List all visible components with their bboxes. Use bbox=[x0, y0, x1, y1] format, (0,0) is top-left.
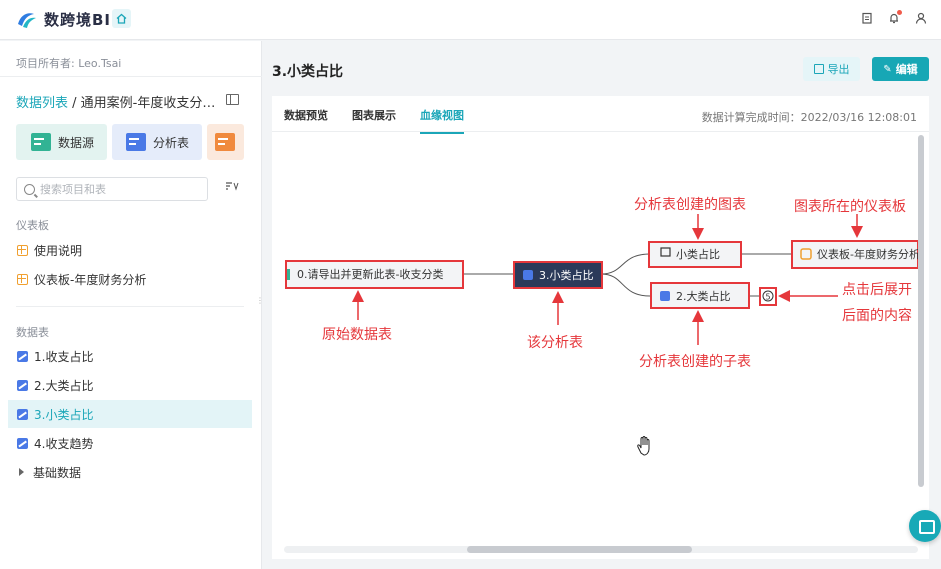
edit-button[interactable]: ✎ 编辑 bbox=[872, 57, 929, 81]
add-analysis-table-label: 分析表 bbox=[153, 135, 190, 150]
layout-toggle-icon[interactable] bbox=[226, 94, 239, 105]
sidebar-item-table-4[interactable]: 4.收支趋势 bbox=[8, 429, 252, 457]
breadcrumb: 数据列表 / 通用案例-年度收支分… bbox=[16, 92, 216, 111]
analysis-table-icon bbox=[17, 408, 28, 420]
lineage-node-dashboard[interactable]: 仪表板-年度财务分析 bbox=[791, 240, 920, 269]
annotation-expand-label-1: 点击后展开 bbox=[842, 282, 912, 298]
tab-data-preview[interactable]: 数据预览 bbox=[284, 107, 328, 134]
sidebar-item-label: 1.收支占比 bbox=[34, 349, 94, 364]
sidebar-item-table-3[interactable]: 3.小类占比 bbox=[8, 400, 252, 428]
page-title: 3.小类占比 bbox=[272, 64, 344, 80]
divider bbox=[0, 76, 262, 77]
home-button[interactable] bbox=[112, 9, 131, 28]
project-owner: 项目所有者: Leo.Tsai bbox=[16, 57, 122, 70]
annotation-child-label: 分析表创建的子表 bbox=[639, 354, 751, 370]
horizontal-scrollbar-thumb[interactable] bbox=[467, 546, 692, 553]
lineage-node-label: 2.大类占比 bbox=[676, 289, 731, 303]
task-icon[interactable] bbox=[860, 12, 873, 25]
calc-time: 数据计算完成时间：2022/03/16 12:08:01 bbox=[701, 111, 917, 124]
edit-label: 编辑 bbox=[895, 63, 918, 76]
sidebar-item-label: 使用说明 bbox=[34, 243, 83, 258]
caret-right-icon bbox=[19, 468, 24, 476]
lineage-node-child[interactable]: 2.大类占比 bbox=[650, 282, 750, 309]
app-title: 数跨境BI bbox=[44, 11, 112, 29]
search-input[interactable] bbox=[40, 182, 200, 196]
sidebar: 项目所有者: Leo.Tsai 数据列表 / 通用案例-年度收支分… 数据源 分… bbox=[0, 41, 264, 569]
add-dashboard-button[interactable] bbox=[207, 124, 244, 160]
app-logo[interactable]: 数跨境BI bbox=[16, 9, 111, 30]
sidebar-item-label: 3.小类占比 bbox=[34, 407, 94, 422]
sidebar-item-label: 2.大类占比 bbox=[34, 378, 94, 393]
breadcrumb-data-list-link[interactable]: 数据列表 bbox=[16, 96, 68, 111]
analysis-table-icon bbox=[523, 270, 533, 280]
pencil-icon: ✎ bbox=[883, 63, 892, 75]
expand-count: 5 bbox=[766, 293, 771, 302]
sidebar-item-finance-dashboard[interactable]: 仪表板-年度财务分析 bbox=[8, 265, 252, 293]
lineage-node-source[interactable]: 0.请导出并更新此表-收支分类 bbox=[285, 260, 464, 289]
divider bbox=[16, 306, 244, 307]
dashboard-icon bbox=[17, 244, 28, 256]
add-datasource-button[interactable]: 数据源 bbox=[16, 124, 107, 160]
lineage-node-current[interactable]: 3.小类占比 bbox=[513, 261, 603, 289]
tab-underline bbox=[272, 131, 929, 132]
vertical-scrollbar[interactable] bbox=[918, 135, 924, 487]
sidebar-item-table-1[interactable]: 1.收支占比 bbox=[8, 342, 252, 370]
analysis-table-icon bbox=[17, 379, 28, 391]
sort-icon[interactable] bbox=[225, 181, 239, 195]
breadcrumb-current-project[interactable]: 通用案例-年度收支分… bbox=[81, 96, 216, 111]
tab-chart-display[interactable]: 图表展示 bbox=[352, 107, 396, 134]
top-bar: 数跨境BI bbox=[0, 0, 941, 40]
lineage-node-label: 小类占比 bbox=[676, 247, 720, 261]
lineage-node-label: 0.请导出并更新此表-收支分类 bbox=[297, 267, 443, 281]
top-icons bbox=[860, 10, 927, 25]
add-analysis-table-button[interactable]: 分析表 bbox=[112, 124, 202, 160]
lineage-node-label: 3.小类占比 bbox=[539, 268, 594, 282]
export-icon bbox=[813, 64, 824, 74]
search-box bbox=[16, 177, 208, 201]
annotation-current-label: 该分析表 bbox=[527, 335, 583, 351]
annotation-chart-label: 分析表创建的图表 bbox=[634, 197, 746, 213]
lineage-node-chart[interactable]: 小类占比 bbox=[648, 241, 742, 268]
sidebar-folder-base-data[interactable]: 基础数据 bbox=[8, 458, 252, 486]
annotation-expand-label-2: 后面的内容 bbox=[842, 307, 912, 324]
tab-lineage-view[interactable]: 血缘视图 bbox=[420, 107, 464, 134]
tab-bar: 数据预览 图表展示 血缘视图 bbox=[284, 107, 464, 134]
search-icon bbox=[24, 183, 35, 195]
sidebar-item-usage-guide[interactable]: 使用说明 bbox=[8, 236, 252, 264]
dashboard-icon bbox=[17, 273, 28, 285]
add-datasource-label: 数据源 bbox=[58, 135, 95, 150]
analysis-table-icon bbox=[660, 291, 670, 301]
resize-handle[interactable]: ⋮ bbox=[256, 297, 264, 305]
sidebar-item-label: 基础数据 bbox=[33, 465, 82, 480]
analysis-table-icon bbox=[17, 350, 28, 362]
datasource-icon bbox=[31, 133, 51, 151]
support-chat-button[interactable] bbox=[909, 510, 941, 542]
export-button[interactable]: 导出 bbox=[803, 57, 860, 81]
analysis-table-icon bbox=[126, 133, 146, 151]
analysis-table-icon bbox=[17, 437, 28, 449]
annotation-dashboard-label: 图表所在的仪表板 bbox=[794, 199, 906, 215]
dashboard-add-icon bbox=[215, 133, 235, 151]
export-label: 导出 bbox=[827, 63, 850, 76]
sidebar-item-table-2[interactable]: 2.大类占比 bbox=[8, 371, 252, 399]
sidebar-item-label: 4.收支趋势 bbox=[34, 436, 94, 451]
notification-bell-icon[interactable] bbox=[887, 10, 902, 25]
user-icon[interactable] bbox=[914, 12, 927, 25]
sidebar-item-label: 仪表板-年度财务分析 bbox=[34, 272, 147, 287]
home-icon bbox=[116, 13, 127, 24]
annotation-source-label: 原始数据表 bbox=[322, 327, 392, 343]
logo-icon bbox=[18, 12, 36, 28]
notification-dot bbox=[897, 10, 902, 15]
breadcrumb-separator: / bbox=[68, 96, 81, 111]
section-label-datatable: 数据表 bbox=[16, 326, 49, 339]
datasource-marker bbox=[287, 269, 290, 280]
lineage-node-label: 仪表板-年度财务分析 bbox=[817, 247, 920, 261]
section-label-dashboard: 仪表板 bbox=[16, 219, 49, 232]
